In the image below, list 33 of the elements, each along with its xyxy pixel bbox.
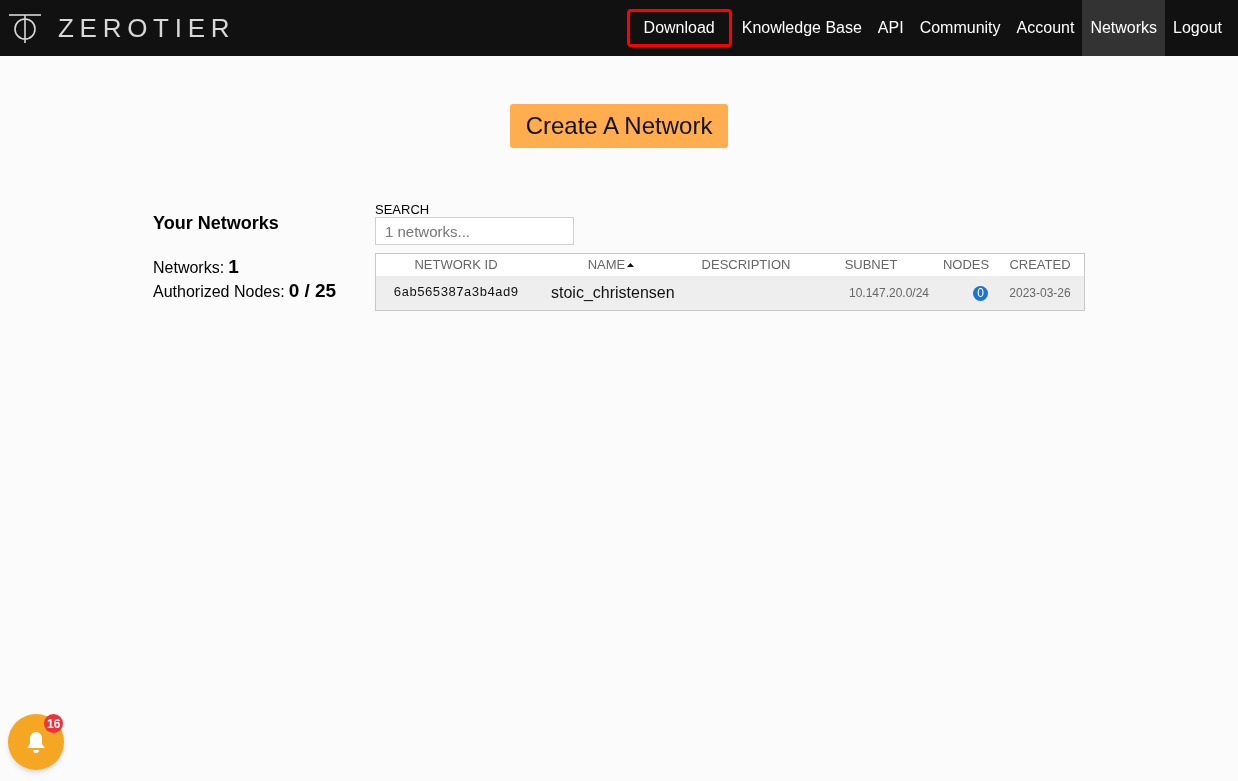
stat-value: 0 / 25 [288,279,337,302]
nav-link[interactable]: Knowledge Base [733,0,870,56]
stat-label: Authorized Nodes: [153,282,285,302]
bell-icon [26,731,46,753]
nodes-count-badge: 0 [973,285,988,301]
column-header[interactable]: DESCRIPTION [686,255,806,275]
logo-icon [8,13,42,43]
nav-link[interactable]: Account [1008,0,1083,56]
table-cell-text: 2023-03-26 [1008,285,1072,302]
create-network-button[interactable]: Create A Network [509,104,729,148]
nav-link[interactable]: Logout [1165,0,1230,56]
column-header[interactable]: NETWORK ID [376,255,536,275]
stat-value: 1 [228,255,239,278]
table-row[interactable]: 6ab565387a3b4ad9 stoic_christensen 10.147.20.0/24 0 2023-03-26 [376,276,1084,310]
stat-label: Networks: [153,258,225,278]
nav-link[interactable]: Networks [1082,0,1166,56]
column-header[interactable]: NODES [936,255,996,275]
column-header[interactable]: NAME [536,255,686,275]
search-field[interactable]: 1 networks... [375,217,574,245]
notifications-button[interactable] [8,714,64,770]
search-label: SEARCH [375,203,431,217]
column-header[interactable]: CREATED [996,255,1084,275]
table-cell-text: 6ab565387a3b4ad9 [392,284,520,303]
table-cell-text: stoic_christensen [550,283,676,303]
notification-count-badge: 16 [44,714,64,733]
table-cell-text: 10.147.20.0/24 [847,285,931,302]
nav-link[interactable]: Community [911,0,1009,56]
column-header[interactable]: SUBNET [806,255,936,275]
brand-name: ZEROTIER [58,11,236,45]
section-title: Your Networks [153,212,280,235]
nav-link[interactable]: Download [626,9,732,47]
sort-caret-icon [627,263,635,267]
nav-link[interactable]: API [869,0,912,56]
